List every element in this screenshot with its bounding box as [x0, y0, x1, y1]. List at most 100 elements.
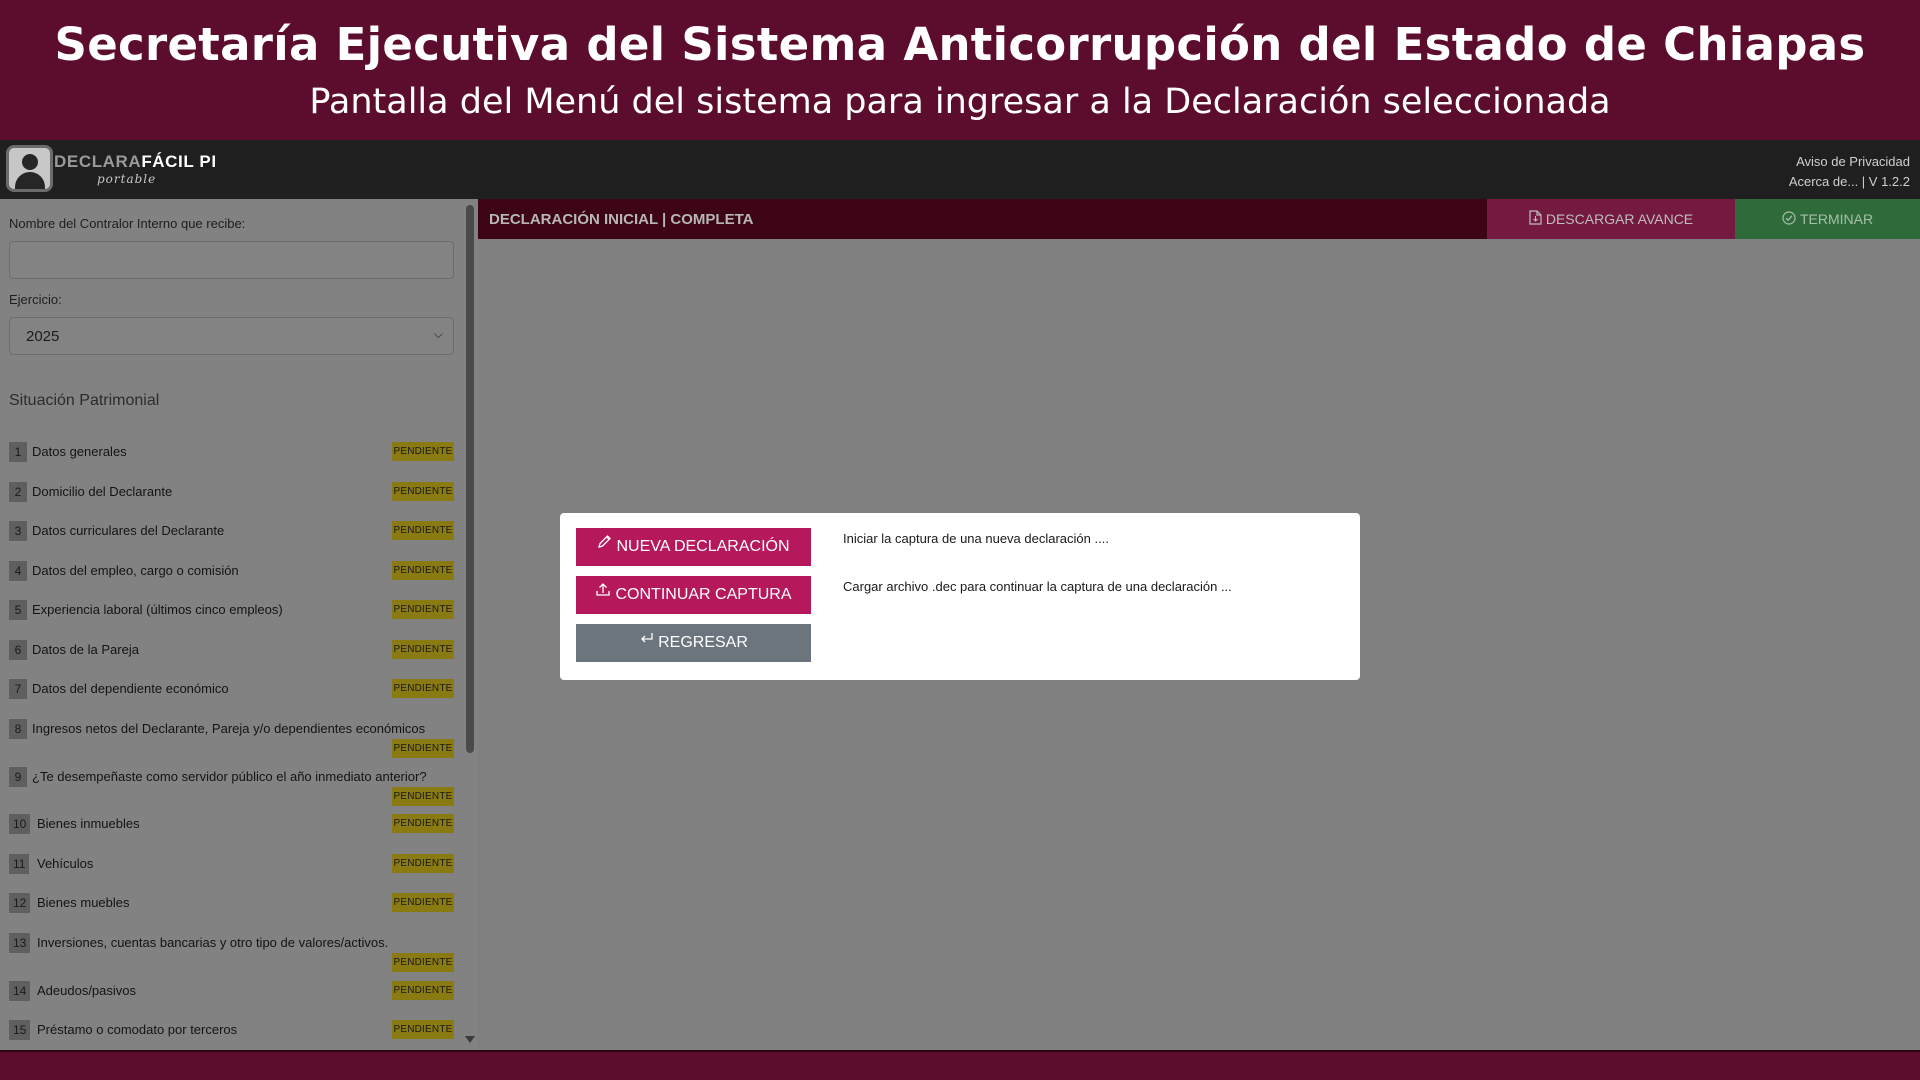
- logo-part-2: FÁCIL PI: [141, 152, 217, 171]
- download-progress-label: DESCARGAR AVANCE: [1545, 211, 1694, 227]
- continue-capture-label: CONTINUAR CAPTURA: [615, 586, 792, 603]
- declaration-title: DECLARACIÓN INICIAL | COMPLETA: [489, 211, 754, 228]
- menu-item-label: Vehículos: [37, 856, 94, 871]
- menu-item-label: Datos de la Pareja: [32, 642, 139, 657]
- year-select[interactable]: 2025 ⌵: [9, 317, 454, 355]
- status-badge: PENDIENTE: [392, 442, 454, 461]
- continue-capture-description: Cargar archivo .dec para continuar la ca…: [843, 579, 1232, 594]
- status-badge: PENDIENTE: [392, 482, 454, 501]
- banner-title: Secretaría Ejecutiva del Sistema Anticor…: [54, 18, 1866, 71]
- chevron-down-icon: ⌵: [433, 327, 443, 341]
- status-badge: PENDIENTE: [392, 854, 454, 873]
- scroll-down-arrow-icon[interactable]: [465, 1036, 475, 1043]
- status-badge: PENDIENTE: [392, 893, 454, 912]
- menu-item-number: 12: [9, 893, 31, 913]
- menu-item-label: Datos generales: [32, 444, 127, 459]
- status-badge: PENDIENTE: [392, 981, 454, 1000]
- status-badge: PENDIENTE: [392, 814, 454, 833]
- menu-item[interactable]: 12 Bienes muebles PENDIENTE: [9, 891, 454, 915]
- return-arrow-icon: [639, 622, 654, 660]
- menu-item-number: 5: [9, 600, 27, 620]
- menu-item-label: Datos del empleo, cargo o comisión: [32, 563, 239, 578]
- download-progress-button[interactable]: DESCARGAR AVANCE: [1487, 199, 1735, 239]
- status-badge: PENDIENTE: [392, 1020, 454, 1039]
- menu-item-number: 14: [9, 981, 31, 1001]
- section-title: Situación Patrimonial: [9, 392, 160, 409]
- menu-item-number: 10: [9, 814, 31, 834]
- menu-item-number: 8: [9, 719, 27, 739]
- bottom-bar: [0, 1050, 1920, 1080]
- status-badge: PENDIENTE: [392, 600, 454, 619]
- menu-item[interactable]: 11 Vehículos PENDIENTE: [9, 852, 454, 876]
- continue-capture-button[interactable]: CONTINUAR CAPTURA: [576, 576, 811, 614]
- menu-item-label: Bienes muebles: [37, 895, 130, 910]
- menu-item[interactable]: 3 Datos curriculares del Declarante PENDIE…: [9, 519, 454, 543]
- menu-item[interactable]: 13 Inversiones, cuentas bancarias y otro …: [9, 931, 454, 972]
- menu-item-number: 11: [9, 854, 30, 874]
- top-banner: Secretaría Ejecutiva del Sistema Anticor…: [0, 0, 1920, 140]
- menu-item-number: 6: [9, 640, 27, 660]
- menu-item[interactable]: 14 Adeudos/pasivos PENDIENTE: [9, 979, 454, 1003]
- menu-item[interactable]: 5 Experiencia laboral (últimos cinco empl…: [9, 598, 454, 622]
- check-circle-icon: [1782, 200, 1796, 240]
- status-badge: PENDIENTE: [392, 787, 454, 806]
- finish-label: TERMINAR: [1799, 211, 1874, 227]
- menu-item-number: 4: [9, 561, 27, 581]
- menu-item[interactable]: 9 ¿Te desempeñaste como servidor público …: [9, 765, 454, 806]
- menu-item-number: 2: [9, 482, 27, 502]
- file-icon: [1529, 200, 1542, 240]
- status-badge: PENDIENTE: [392, 521, 454, 540]
- menu-item-label: ¿Te desempeñaste como servidor público e…: [32, 769, 427, 784]
- sidebar-scrollbar[interactable]: [466, 205, 474, 753]
- pencil-icon: [597, 526, 612, 564]
- main-area: DECLARACIÓN INICIAL | COMPLETA DESCARGAR…: [478, 199, 1920, 1050]
- year-label: Ejercicio:: [9, 292, 62, 307]
- logo-subtitle: portable: [97, 172, 157, 186]
- menu-item[interactable]: 7 Datos del dependiente económico PENDIENT…: [9, 677, 454, 701]
- privacy-link[interactable]: Aviso de Privacidad: [1789, 152, 1910, 172]
- app-header: DECLARAFÁCIL PI portable Aviso de Privac…: [0, 140, 1920, 199]
- menu-item-label: Domicilio del Declarante: [32, 484, 173, 499]
- about-link[interactable]: Acerca de... | V 1.2.2: [1789, 172, 1910, 192]
- declaration-menu-modal: NUEVA DECLARACIÓN Iniciar la captura de …: [560, 513, 1360, 680]
- app-logo: DECLARAFÁCIL PI: [54, 152, 217, 172]
- status-badge: PENDIENTE: [392, 561, 454, 580]
- status-badge: PENDIENTE: [392, 640, 454, 659]
- finish-button[interactable]: TERMINAR: [1735, 199, 1920, 239]
- menu-item-number: 9: [9, 767, 27, 787]
- logo-part-1: DECLARA: [54, 152, 142, 171]
- menu-item[interactable]: 1 Datos generales PENDIENTE: [9, 440, 454, 464]
- menu-item-number: 13: [9, 933, 31, 953]
- menu-item-number: 7: [9, 679, 27, 699]
- menu-item-label: Préstamo o comodato por terceros: [37, 1022, 238, 1037]
- menu-item-number: 15: [9, 1020, 31, 1040]
- sidebar-content: Nombre del Contralor Interno que recibe:…: [0, 199, 464, 1050]
- menu-item[interactable]: 10 Bienes inmuebles PENDIENTE: [9, 812, 454, 836]
- back-label: REGRESAR: [658, 634, 748, 651]
- menu-item-label: Experiencia laboral (últimos cinco emple…: [32, 602, 283, 617]
- new-declaration-label: NUEVA DECLARACIÓN: [616, 538, 790, 555]
- controller-input[interactable]: [9, 241, 454, 279]
- upload-icon: [595, 574, 611, 612]
- menu-item-label: Adeudos/pasivos: [37, 983, 137, 998]
- menu-item-number: 1: [9, 442, 27, 462]
- menu-item-label: Bienes inmuebles: [37, 816, 140, 831]
- declaration-topbar: DECLARACIÓN INICIAL | COMPLETA DESCARGAR…: [478, 199, 1920, 239]
- menu-item-number: 3: [9, 521, 27, 541]
- banner-subtitle: Pantalla del Menú del sistema para ingre…: [309, 82, 1611, 122]
- new-declaration-button[interactable]: NUEVA DECLARACIÓN: [576, 528, 811, 566]
- sidebar: Nombre del Contralor Interno que recibe:…: [0, 199, 478, 1050]
- menu-item[interactable]: 4 Datos del empleo, cargo o comisión PENDI…: [9, 559, 454, 583]
- menu-item[interactable]: 2 Domicilio del Declarante PENDIENTE: [9, 480, 454, 504]
- controller-label: Nombre del Contralor Interno que recibe:: [9, 216, 246, 231]
- back-button[interactable]: REGRESAR: [576, 624, 811, 662]
- menu-item-label: Datos del dependiente económico: [32, 681, 229, 696]
- menu-item[interactable]: 8 Ingresos netos del Declarante, Pareja y…: [9, 717, 454, 758]
- header-links: Aviso de Privacidad Acerca de... | V 1.2…: [1789, 152, 1910, 192]
- menu-item[interactable]: 6 Datos de la Pareja PENDIENTE: [9, 638, 454, 662]
- new-declaration-description: Iniciar la captura de una nueva declarac…: [843, 531, 1109, 546]
- logo-user-icon: [6, 145, 53, 192]
- status-badge: PENDIENTE: [392, 953, 454, 972]
- menu-item[interactable]: 15 Préstamo o comodato por terceros PENDIE…: [9, 1018, 454, 1042]
- menu-item-label: Inversiones, cuentas bancarias y otro ti…: [37, 935, 389, 950]
